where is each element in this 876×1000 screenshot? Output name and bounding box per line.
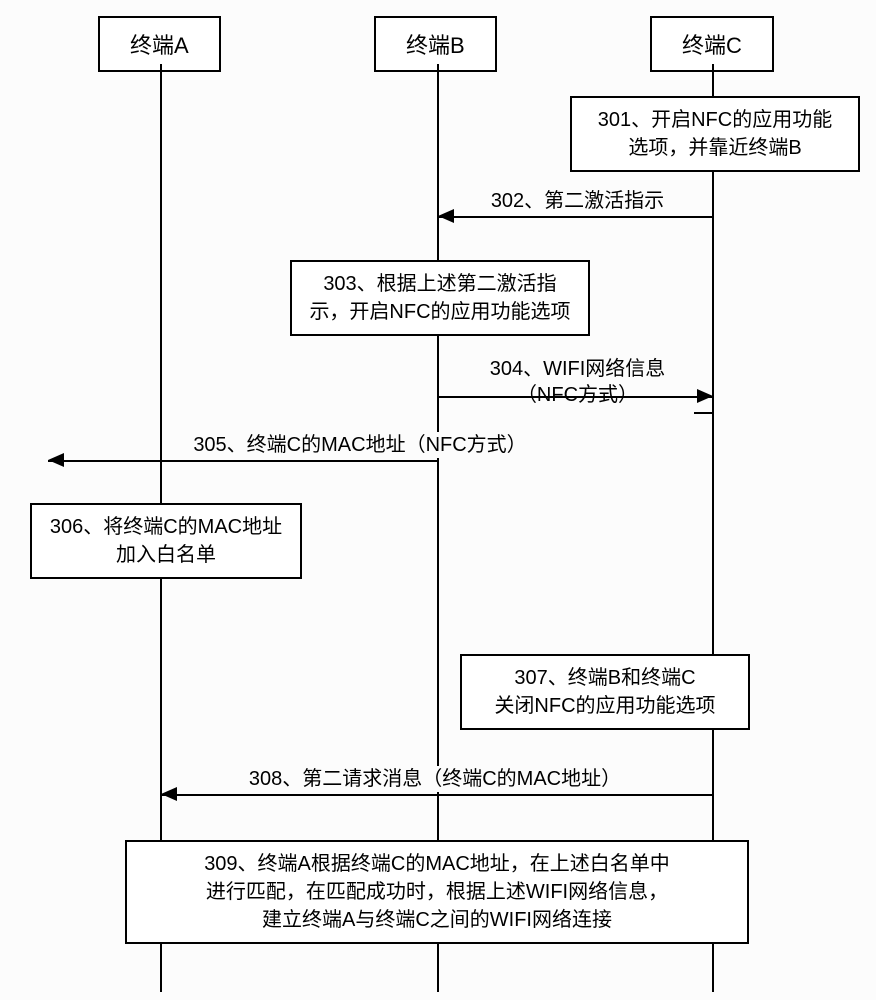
step-306-line1: 306、将终端C的MAC地址 (46, 513, 286, 541)
step-303-line2: 示，开启NFC的应用功能选项 (306, 298, 574, 326)
step-304-label: 304、WIFI网络信息 （NFC方式） (470, 356, 685, 408)
step-309-line3: 建立终端A与终端C之间的WIFI网络连接 (141, 906, 733, 934)
step-301-line1: 301、开启NFC的应用功能 (586, 106, 844, 134)
step-305-arrow (48, 460, 438, 462)
step-308-arrowhead (161, 787, 177, 801)
step-304-line2: （NFC方式） (470, 382, 685, 408)
step-306-line2: 加入白名单 (46, 541, 286, 569)
step-309-line2: 进行匹配，在匹配成功时，根据上述WIFI网络信息， (141, 878, 733, 906)
step-303-line1: 303、根据上述第二激活指 (306, 270, 574, 298)
step-303-box: 303、根据上述第二激活指 示，开启NFC的应用功能选项 (290, 260, 590, 336)
step-302-arrowhead (438, 209, 454, 223)
step-302-arrow (438, 216, 713, 218)
step-302-label: 302、第二激活指示 (480, 188, 675, 214)
step-309-box: 309、终端A根据终端C的MAC地址，在上述白名单中 进行匹配，在匹配成功时，根… (125, 840, 749, 944)
step-308-label: 308、第二请求消息（终端C的MAC地址） (220, 766, 650, 792)
step-306-box: 306、将终端C的MAC地址 加入白名单 (30, 503, 302, 579)
step-307-line2: 关闭NFC的应用功能选项 (476, 692, 734, 720)
step-304-line1: 304、WIFI网络信息 (470, 356, 685, 382)
step-304-tick (694, 412, 714, 414)
step-309-line1: 309、终端A根据终端C的MAC地址，在上述白名单中 (141, 850, 733, 878)
step-301-line2: 选项，并靠近终端B (586, 134, 844, 162)
step-307-box: 307、终端B和终端C 关闭NFC的应用功能选项 (460, 654, 750, 730)
step-305-label: 305、终端C的MAC地址（NFC方式） (180, 432, 540, 458)
step-304-arrowhead (697, 389, 713, 403)
step-307-line1: 307、终端B和终端C (476, 664, 734, 692)
step-304-arrow (438, 396, 713, 398)
step-301-box: 301、开启NFC的应用功能 选项，并靠近终端B (570, 96, 860, 172)
step-308-arrow (161, 794, 713, 796)
participant-terminal-b: 终端B (374, 16, 497, 72)
step-305-arrowhead (48, 453, 64, 467)
